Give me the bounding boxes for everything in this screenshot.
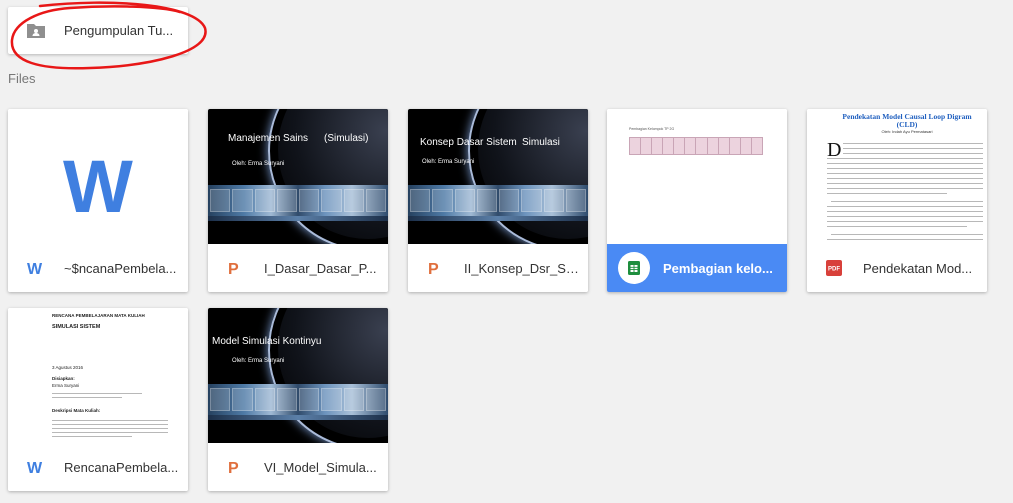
file-card[interactable]: Konsep Dasar Sistem Simulasi Oleh: Erma …	[408, 109, 588, 292]
slide-title: Manajemen Sains	[228, 133, 309, 144]
powerpoint-icon: P	[228, 460, 239, 475]
word-icon: W	[27, 460, 43, 475]
doc-heading: Deskripsi Mata Kuliah:	[52, 408, 101, 413]
doc-date: 3 Agustus 2016	[52, 365, 84, 370]
doc-header: RENCANA PEMBELAJARAN MATA KULIAH	[52, 313, 145, 318]
slide-subtitle: Oleh: Erma Suryani	[422, 159, 475, 165]
slide-title: Model Simulasi Kontinyu	[212, 336, 322, 347]
svg-text:P: P	[428, 261, 439, 276]
file-card[interactable]: RENCANA PEMBELAJARAN MATA KULIAH SIMULAS…	[8, 308, 188, 491]
folder-card[interactable]: Pengumpulan Tu...	[8, 7, 188, 54]
powerpoint-icon: P	[228, 261, 239, 276]
doc-author: Erma Suryani	[52, 383, 80, 388]
svg-text:W: W	[27, 261, 43, 276]
file-name: II_Konsep_Dsr_Si...	[464, 260, 579, 276]
file-thumbnail: Konsep Dasar Sistem Simulasi Oleh: Erma …	[408, 109, 588, 244]
slide-subtitle: Oleh: Erma Suryani	[232, 161, 285, 167]
folder-name: Pengumpulan Tu...	[64, 23, 174, 38]
slide-subtitle: Oleh: Erma Suryani	[232, 358, 285, 364]
pdf-title-cont: (CLD)	[896, 120, 918, 129]
file-card[interactable]: Model Simulasi Kontinyu Oleh: Erma Surya…	[208, 308, 388, 491]
file-thumbnail: Model Simulasi Kontinyu Oleh: Erma Surya…	[208, 308, 388, 443]
file-thumbnail: Manajemen Sains (Simulasi) Oleh: Erma Su…	[208, 109, 388, 244]
doc-title: SIMULASI SISTEM	[52, 324, 101, 330]
file-name: RencanaPembela...	[64, 459, 179, 475]
files-section-label: Files	[8, 71, 36, 86]
file-name: ~$ncanaPembela...	[64, 260, 177, 276]
file-card[interactable]: W W ~$ncanaPembela...	[8, 109, 188, 292]
doc-heading: Disiapkan:	[52, 376, 75, 381]
file-name: I_Dasar_Dasar_P...	[264, 260, 377, 276]
svg-text:P: P	[228, 261, 239, 276]
slide-title: Konsep Dasar Sistem	[420, 137, 517, 148]
sheets-icon	[618, 252, 650, 284]
pdf-author: Oleh: Indah Ayu Permatasari	[881, 129, 933, 134]
slide-title-part: Simulasi	[522, 137, 560, 148]
file-card[interactable]: Pendekatan Model Causal Loop Digram (CLD…	[807, 109, 987, 292]
powerpoint-icon: P	[428, 261, 439, 276]
file-card-selected[interactable]: Pembagian Kelompok TP 2G Pembagian kelo.…	[607, 109, 787, 292]
file-name: Pendekatan Mod...	[863, 260, 973, 276]
svg-text:PDF: PDF	[828, 267, 840, 273]
word-logo-icon: W	[63, 145, 133, 228]
slide-title-part: (Simulasi)	[324, 133, 369, 144]
shared-folder-icon	[27, 23, 45, 38]
sheet-header-text: Pembagian Kelompok TP 2G	[629, 127, 675, 131]
pdf-icon: PDF	[826, 260, 842, 276]
file-thumbnail: Pendekatan Model Causal Loop Digram (CLD…	[807, 109, 987, 244]
svg-text:P: P	[228, 460, 239, 475]
svg-text:W: W	[27, 460, 43, 475]
file-card[interactable]: Manajemen Sains (Simulasi) Oleh: Erma Su…	[208, 109, 388, 292]
file-thumbnail: W	[8, 109, 188, 244]
file-name: VI_Model_Simula...	[264, 459, 377, 475]
file-thumbnail: Pembagian Kelompok TP 2G	[607, 109, 787, 244]
word-icon: W	[27, 261, 43, 276]
file-name: Pembagian kelo...	[663, 260, 773, 276]
file-thumbnail: RENCANA PEMBELAJARAN MATA KULIAH SIMULAS…	[8, 308, 188, 443]
